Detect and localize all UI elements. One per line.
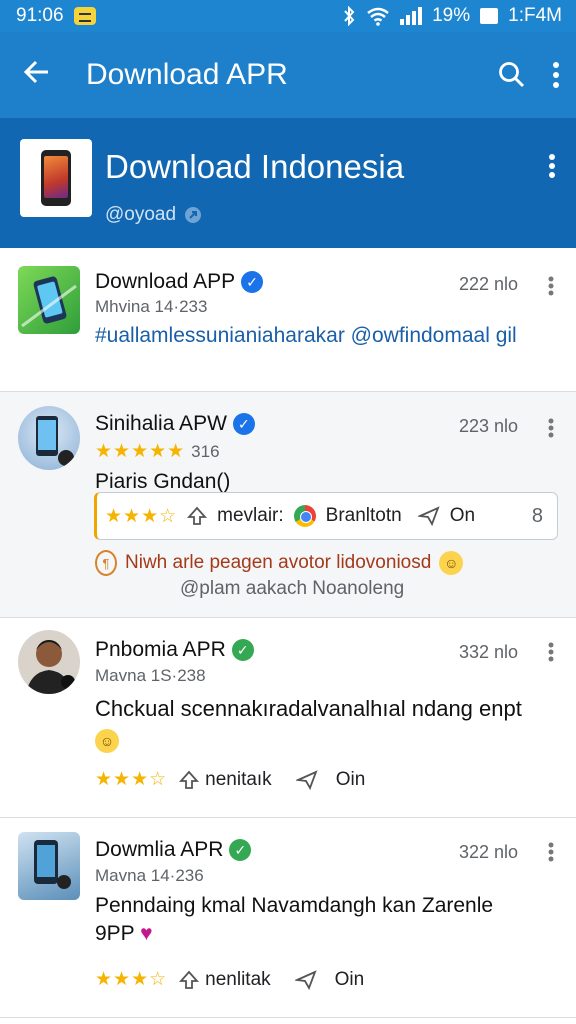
pin-icon: ¶	[95, 550, 117, 576]
phone-icon	[41, 150, 71, 206]
post-app-icon	[18, 266, 80, 334]
post-body: Chckual scennakıradalvanalhıal ndang enp…	[95, 694, 535, 754]
search-icon[interactable]	[498, 61, 526, 89]
notification-app-icon	[73, 7, 96, 25]
upvote-icon[interactable]	[179, 970, 200, 990]
share-icon[interactable]	[184, 206, 202, 224]
rating-stars: ★★★☆	[95, 969, 168, 990]
verified-icon: ✓	[229, 839, 252, 861]
channel-name: Download Indonesia	[105, 148, 405, 185]
post-more-icon[interactable]	[548, 276, 554, 296]
channel-header: Download Indonesia @oyoad	[0, 118, 576, 248]
post-body: Penndaing kmal Navamdangh kan Zarenle 9P…	[95, 892, 535, 948]
post-body-text: Chckual scennakıradalvanalhıal ndang enp…	[95, 696, 522, 721]
post-subtitle: Mavna 1S·238	[95, 666, 206, 685]
battery-icon	[480, 8, 499, 24]
send-icon[interactable]	[294, 969, 317, 990]
post-title: Download APP	[95, 270, 236, 293]
send-label[interactable]: Oin	[335, 969, 365, 991]
embedded-count: 8	[531, 504, 543, 527]
page-title: Download APR	[86, 58, 288, 91]
channel-more-icon[interactable]	[548, 154, 556, 178]
channel-handle-row: @oyoad	[105, 204, 202, 226]
post-more-icon[interactable]	[548, 842, 554, 862]
more-vert-icon[interactable]	[552, 61, 560, 89]
post-actions: ★★★☆ nenlitak Oin	[95, 968, 364, 991]
smile-emoji-icon: ☺	[439, 551, 464, 575]
app-bar: Download APR	[0, 32, 576, 118]
post-title-row: Dowmlia APR ✓	[95, 838, 252, 862]
post-meta: 222 nlo	[458, 274, 518, 294]
post-title: Sinihalia APW	[95, 412, 227, 435]
promo-text: Niwh arle peagen avotor lidovoniosd	[125, 552, 432, 573]
upvote-icon[interactable]	[187, 506, 208, 526]
post-meta: 322 nlo	[458, 842, 518, 862]
post-body[interactable]: #uallamlessunianiaharakar @owfindomaal g…	[95, 322, 535, 350]
send-label[interactable]: Oin	[336, 769, 366, 791]
status-clock: 1:F4M	[508, 5, 562, 26]
post-title-row: Download APP ✓	[95, 270, 264, 294]
post-card[interactable]: Dowmlia APR ✓ Mavna 14·236 322 nlo Pennd…	[0, 818, 576, 1018]
grin-emoji-icon: ☺	[95, 729, 119, 753]
status-time: 91:06	[16, 5, 64, 26]
verified-icon: ✓	[232, 413, 255, 435]
post-meta: 223 nlo	[458, 416, 518, 436]
post-card[interactable]: Pnbomia APR ✓ Mavna 1S·238 332 nlo Chcku…	[0, 618, 576, 818]
browser-icon	[293, 505, 316, 527]
send-icon[interactable]	[295, 769, 318, 790]
channel-thumbnail[interactable]	[20, 139, 92, 217]
status-bar: 91:06 19% 1:F4M	[0, 0, 576, 32]
post-title: Dowmlia APR	[95, 838, 224, 861]
post-avatar	[18, 406, 80, 470]
channel-handle: @oyoad	[105, 204, 177, 225]
post-card[interactable]: Download APP ✓ Mhvina 14·233 222 nlo #ua…	[0, 250, 576, 392]
post-more-icon[interactable]	[548, 642, 554, 662]
rating-count: 316	[191, 441, 220, 461]
back-arrow-icon[interactable]	[22, 57, 62, 93]
action-label[interactable]: nenitaık	[205, 769, 272, 791]
signal-icon	[400, 7, 423, 25]
post-avatar	[18, 630, 80, 694]
post-actions: ★★★☆ nenitaık Oin	[95, 768, 365, 791]
post-subtitle: Mavna 14·236	[95, 866, 204, 885]
embedded-label: mevlair:	[217, 505, 284, 526]
rating-stars: ★★★☆	[95, 769, 168, 790]
embedded-card[interactable]: ★★★☆ mevlair: Branltotn On 8	[94, 492, 558, 540]
post-meta: 332 nlo	[458, 642, 518, 662]
post-body-text: Penndaing kmal Navamdangh kan Zarenle 9P…	[95, 894, 494, 945]
post-title-row: Pnbomia APR ✓	[95, 638, 254, 662]
action-label[interactable]: nenlitak	[205, 969, 271, 991]
embedded-send-label: On	[449, 505, 476, 526]
post-avatar	[18, 832, 80, 900]
rating-stars: ★★★★★	[95, 441, 186, 462]
promo-subtext: @plam aakach Noanoleng	[180, 578, 405, 599]
verified-icon: ✓	[231, 639, 254, 661]
verified-icon: ✓	[241, 271, 264, 293]
post-title-row: Sinihalia APW ✓	[95, 412, 255, 436]
post-title: Pnbomia APR	[95, 638, 226, 661]
post-rating-row: ★★★★★ 316	[95, 440, 220, 463]
wifi-icon	[367, 7, 389, 26]
promo-line[interactable]: ¶ Niwh arle peagen avotor lidovoniosd ☺	[95, 550, 464, 576]
send-icon[interactable]	[417, 506, 440, 526]
battery-percent: 19%	[432, 5, 471, 26]
embedded-brand: Branltotn	[325, 505, 402, 526]
post-subtitle: Mhvina 14·233	[95, 297, 208, 316]
bluetooth-icon	[344, 6, 355, 26]
upvote-icon[interactable]	[179, 770, 200, 790]
rating-stars: ★★★☆	[105, 505, 178, 527]
post-more-icon[interactable]	[548, 418, 554, 438]
heart-emoji-icon: ♥	[140, 922, 153, 945]
